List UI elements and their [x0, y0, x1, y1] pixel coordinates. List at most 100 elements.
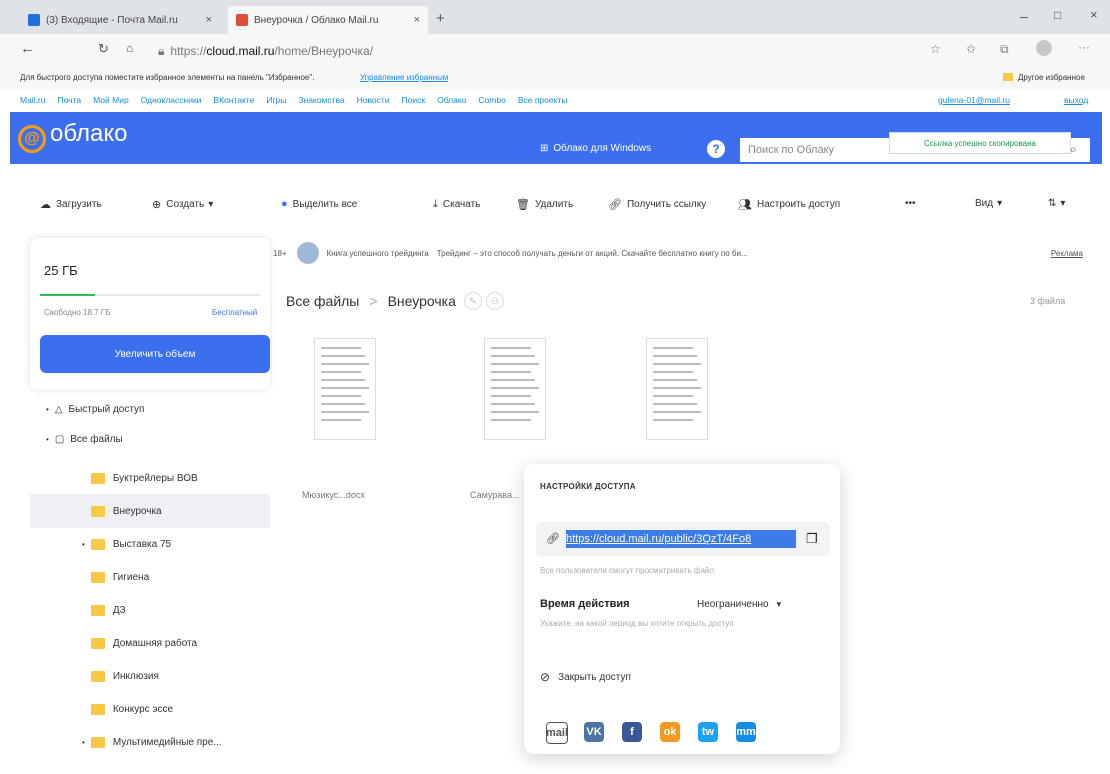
favbar-hint: Для быстрого доступа поместите избранное… [20, 73, 315, 82]
thumbnail-text-line [653, 355, 697, 357]
access-settings-button[interactable]: 👥︎ Настроить доступ [738, 198, 840, 211]
window-close-button[interactable]: × [1090, 7, 1098, 22]
more-button[interactable]: ••• [905, 198, 916, 209]
folder-outline-icon: ▢ [54, 433, 65, 445]
portal-link[interactable]: Одноклассники [141, 95, 202, 105]
mail-share-icon[interactable]: mail [546, 722, 568, 744]
search-icon[interactable]: ⌕ [1070, 142, 1077, 157]
nav-quick-access[interactable]: • △ Быстрый доступ [30, 392, 270, 426]
tab-inbox[interactable]: (3) Входящие - Почта Mail.ru × [20, 6, 220, 34]
thumbnail-text-line [491, 355, 535, 357]
nav-all-files[interactable]: • ▢ Все файлы [30, 422, 270, 456]
sidebar-folder[interactable]: •Инклюзия [30, 659, 270, 693]
edit-icon[interactable]: ✎ [463, 292, 482, 310]
portal-link[interactable]: Новости [357, 95, 390, 105]
portal-link[interactable]: Мой Мир [93, 95, 129, 105]
file-name[interactable]: Самурава... [470, 490, 520, 500]
portal-link[interactable]: Mail.ru [20, 95, 46, 105]
close-access-button[interactable]: ⊘ Закрыть доступ [540, 670, 631, 684]
sidebar-folder[interactable]: •Домашняя работа [30, 626, 270, 660]
delete-button[interactable]: 🗑︎ Удалить [516, 198, 573, 211]
sidebar-folder-label: Буктрейлеры ВОВ [112, 472, 198, 484]
minimize-button[interactable]: – [1020, 8, 1028, 24]
view-button[interactable]: Вид ▾ [975, 198, 1002, 209]
portal-link[interactable]: ВКонтакте [213, 95, 254, 105]
file-item[interactable] [460, 338, 570, 458]
sort-button[interactable]: ⇅ ▾ [1048, 198, 1065, 209]
myworld-share-icon[interactable]: mm [736, 722, 756, 742]
portal-link[interactable]: Combo [478, 95, 505, 105]
file-item[interactable] [622, 338, 732, 458]
sidebar-folder[interactable]: •Внеурочка [30, 494, 270, 528]
storage-plan-link[interactable]: Бесплатный [212, 308, 257, 317]
vk-share-icon[interactable]: VK [584, 722, 604, 742]
folder-icon [90, 670, 105, 682]
twitter-share-icon[interactable]: tw [698, 722, 718, 742]
portal-link[interactable]: Все проекты [518, 95, 568, 105]
user-email[interactable]: gulena-01@mail.ru [938, 95, 1010, 105]
ok-share-icon[interactable]: ok [660, 722, 680, 742]
portal-link[interactable]: Игры [266, 95, 286, 105]
file-item[interactable] [290, 338, 400, 458]
public-link[interactable]: https://cloud.mail.ru/public/3QzT/4Fo8 [566, 530, 796, 548]
share-icon[interactable]: ⚇ [485, 292, 504, 310]
home-icon[interactable]: ⌂ [126, 41, 133, 55]
chevron-down-icon: ▾ [208, 199, 214, 210]
tab-cloud[interactable]: Внеурочка / Облако Mail.ru × [228, 6, 428, 34]
promo-banner[interactable]: 18+ Книга успешного трейдинга Трейдинг –… [273, 241, 1083, 265]
view-label: Вид [975, 198, 994, 209]
maximize-button[interactable]: □ [1054, 8, 1061, 22]
reload-icon[interactable]: ↻ [98, 41, 109, 57]
profile-avatar[interactable] [1036, 40, 1052, 56]
breadcrumb-root[interactable]: Все файлы [286, 293, 359, 309]
windows-app-button[interactable]: ⊞ Облако для Windows [540, 143, 651, 154]
file-name[interactable]: Мюзикус...docx [302, 490, 365, 500]
portal-link[interactable]: Почта [58, 95, 82, 105]
time-select[interactable]: Неограниченно ▾ [697, 599, 781, 610]
bookmark-star-icon[interactable]: ☆ [930, 42, 941, 56]
time-hint: Укажите, на какой период вы хотите откры… [540, 619, 734, 628]
increase-storage-button[interactable]: Увеличить объем [40, 335, 270, 373]
download-button[interactable]: ⤓ Скачать [433, 198, 480, 211]
manage-favorites-link[interactable]: Управление избранным [360, 73, 448, 82]
facebook-share-icon[interactable]: f [622, 722, 642, 742]
new-tab-button[interactable]: + [436, 10, 445, 27]
select-all-button[interactable]: ● Выделить все [281, 198, 357, 210]
tab-cloud-title: Внеурочка / Облако Mail.ru [254, 14, 379, 26]
tab-inbox-title: (3) Входящие - Почта Mail.ru [46, 14, 178, 26]
help-icon[interactable]: ? [707, 140, 725, 158]
sidebar-folder[interactable]: •Гигиена [30, 560, 270, 594]
upload-button[interactable]: ☁ Загрузить [40, 198, 102, 211]
portal-link[interactable]: Знакомства [298, 95, 344, 105]
sidebar-folder[interactable]: •Буктрейлеры ВОВ [30, 461, 270, 495]
thumbnail-text-line [491, 347, 531, 349]
cloud-logo-text[interactable]: облако [50, 120, 127, 148]
close-icon[interactable]: × [206, 14, 212, 26]
copy-icon[interactable]: ❐ [806, 531, 818, 547]
thumbnail-text-line [321, 395, 361, 397]
portal-link[interactable]: Облако [437, 95, 466, 105]
users-icon: 👥︎ [738, 199, 752, 211]
url-field[interactable]: 🔒︎ https://cloud.mail.ru/home/Внеурочка/ [158, 40, 858, 62]
favorites-icon[interactable]: ✩ [966, 42, 976, 56]
get-link-button[interactable]: 🔗︎ Получить ссылку [608, 198, 706, 211]
sidebar-folder[interactable]: •ДЗ [30, 593, 270, 627]
promo-image [296, 242, 319, 264]
exit-link[interactable]: выход [1064, 95, 1088, 105]
create-button[interactable]: ⊕ Создать ▾ [152, 198, 213, 211]
sidebar-folder[interactable]: • Выставка 75 [30, 527, 270, 561]
sidebar-folder[interactable]: • Мультимедийные пре... [30, 725, 270, 759]
close-icon[interactable]: × [414, 14, 420, 26]
portal-link[interactable]: Поиск [402, 95, 426, 105]
thumbnail-text-line [491, 419, 531, 421]
collections-icon[interactable]: ⧉ [1000, 42, 1009, 57]
thumbnail-text-line [321, 387, 369, 389]
folder-icon [90, 637, 105, 649]
menu-icon[interactable]: ··· [1078, 40, 1090, 54]
other-favorites[interactable]: Другое избранное [1018, 73, 1085, 82]
sidebar-folder[interactable]: •Конкурс эссе [30, 692, 270, 726]
sort-icon: ⇅ [1048, 198, 1057, 209]
cloud-logo-icon[interactable]: @ [18, 125, 46, 153]
get-link-label: Получить ссылку [626, 199, 707, 210]
back-icon[interactable]: ← [20, 40, 35, 57]
